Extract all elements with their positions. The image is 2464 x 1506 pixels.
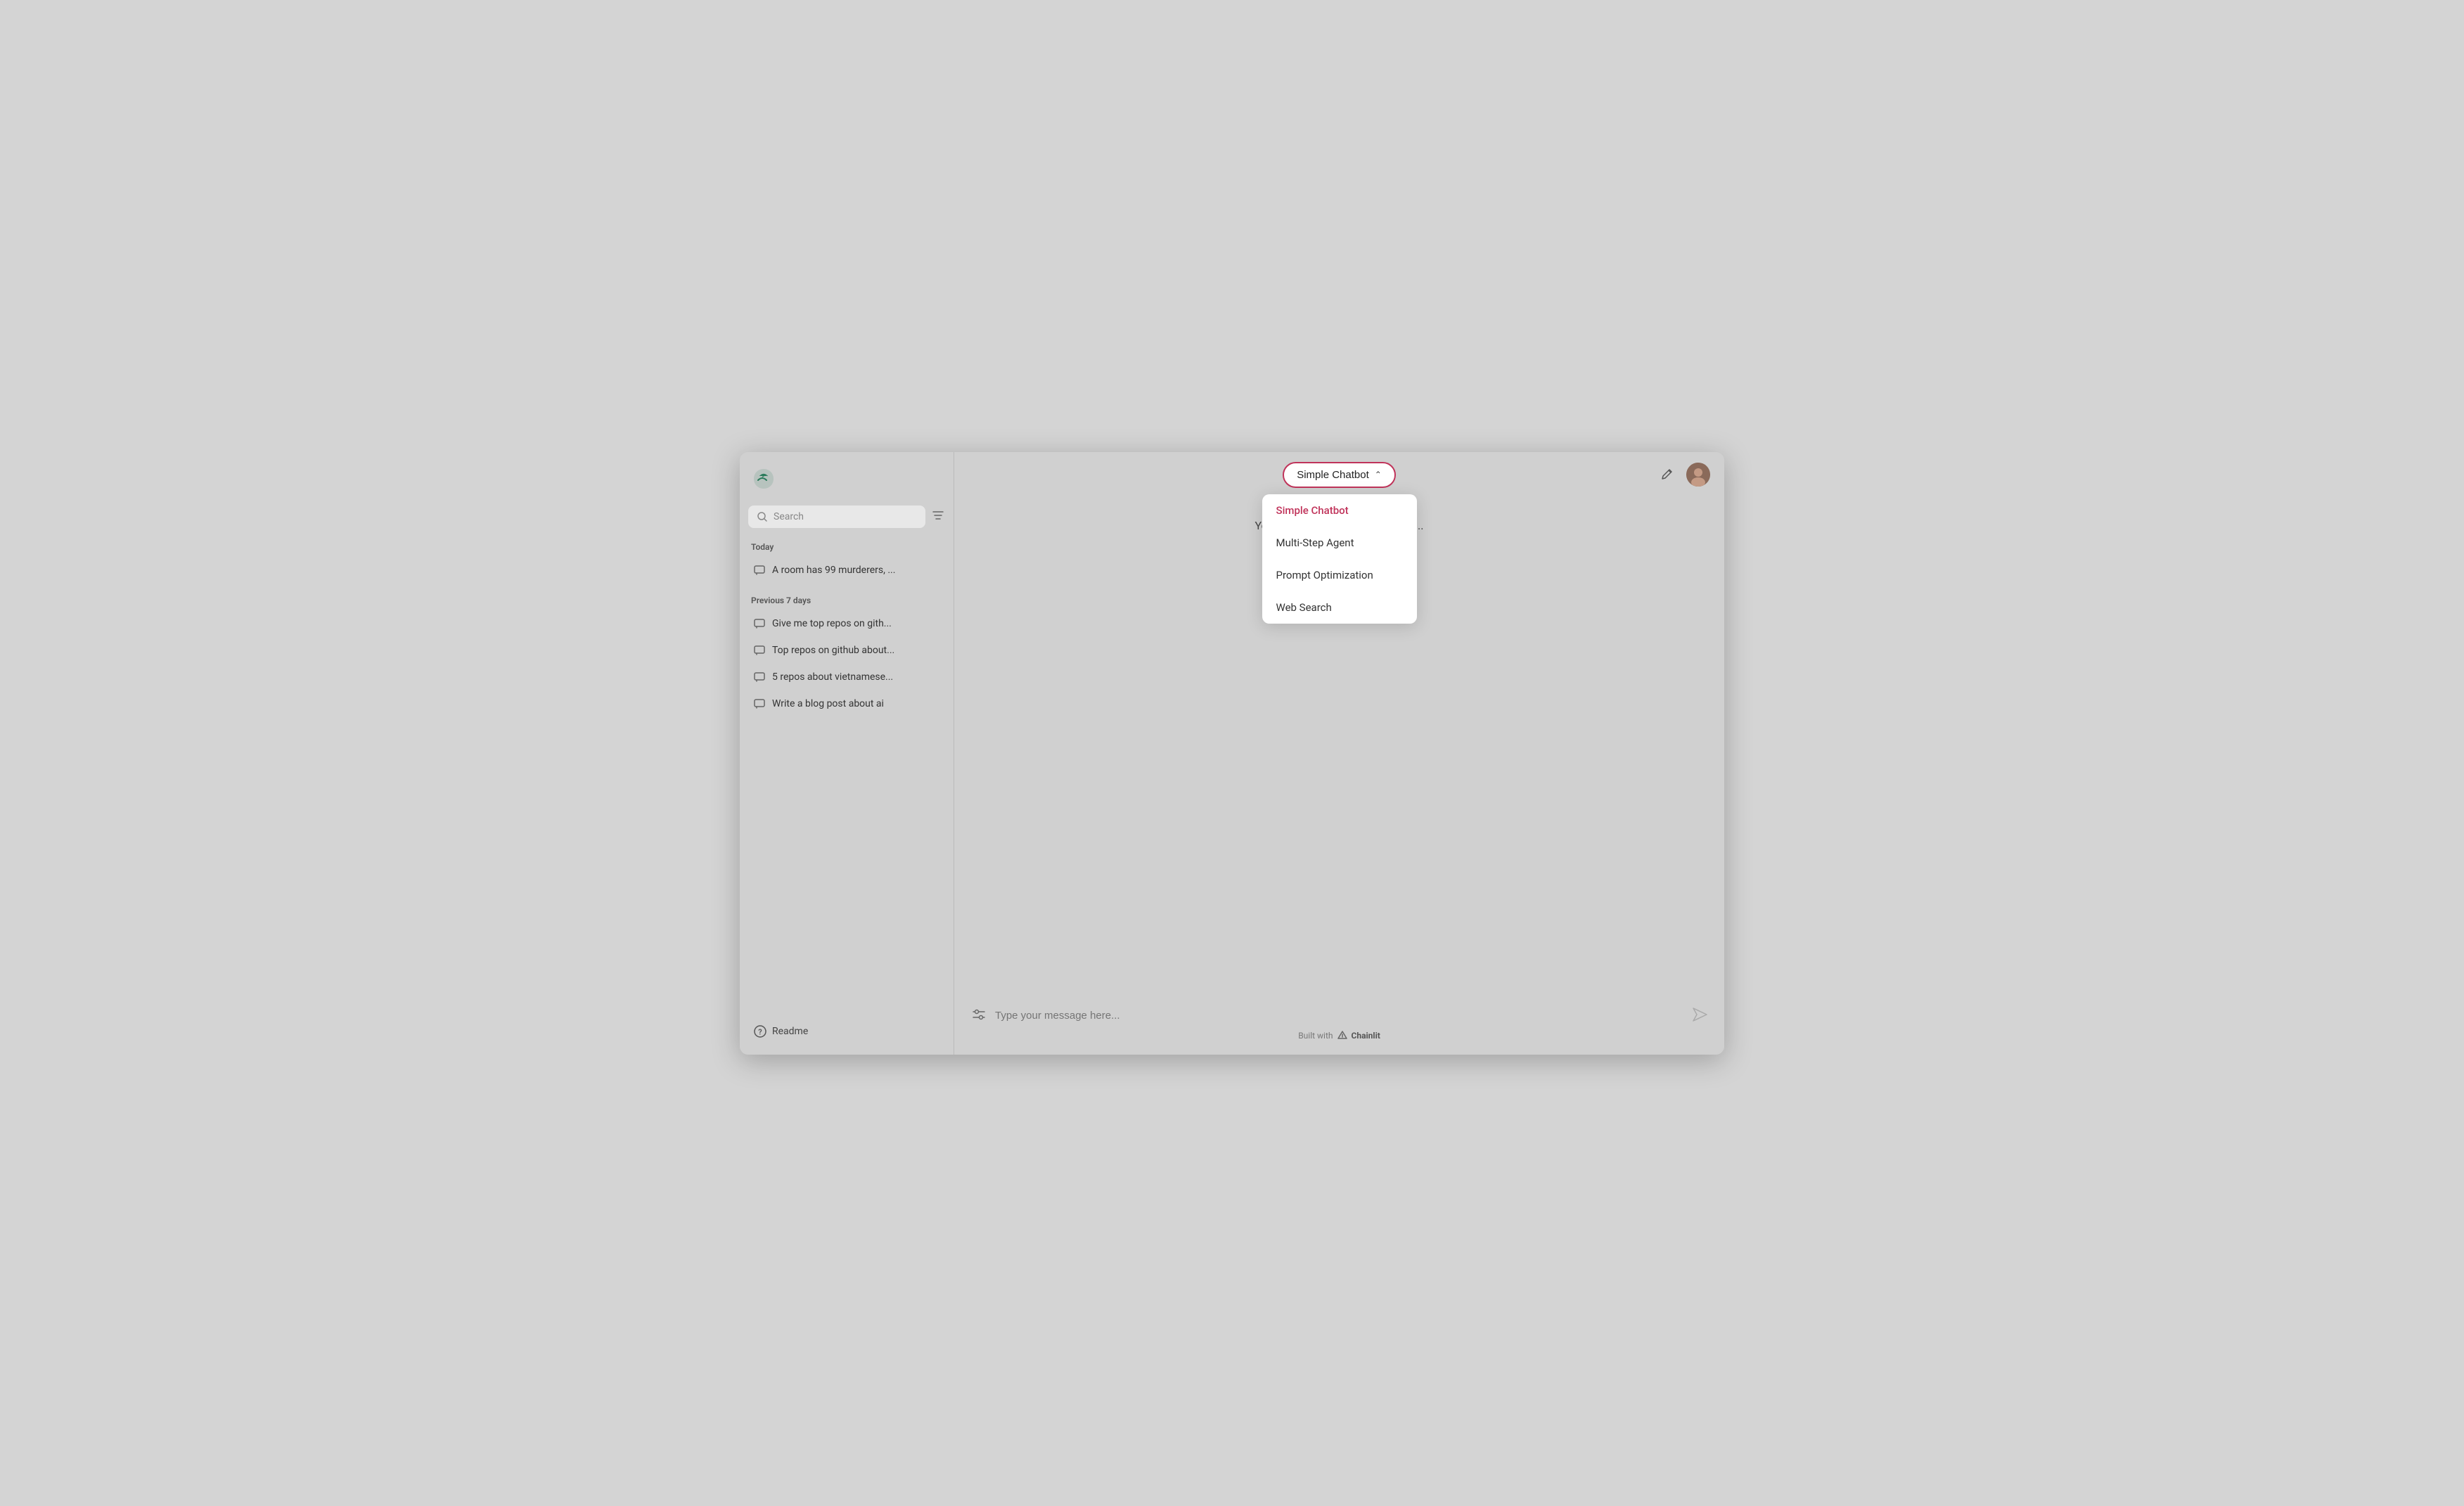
input-row [971,1007,1707,1025]
built-with-prefix: Built with [1298,1031,1333,1041]
avatar-image [1686,463,1710,487]
chainlit-brand-name: Chainlit [1352,1031,1380,1041]
send-button[interactable] [1692,1007,1707,1025]
new-chat-button[interactable] [1655,463,1678,486]
dropdown-item-simple-chatbot[interactable]: Simple Chatbot [1262,494,1417,527]
chat-bubble-icon [754,671,765,683]
chainlit-logo-icon [1337,1031,1347,1041]
svg-text:?: ? [758,1027,762,1036]
app-logo-icon [751,466,776,491]
info-circle-icon: ? [754,1025,766,1038]
top-bar: Simple Chatbot ⌃ [954,452,1724,498]
search-placeholder-text: Search [774,511,804,522]
edit-icon [1660,468,1674,482]
search-row: Search [748,506,945,528]
previous-label: Previous 7 days [748,596,945,605]
dropdown-item-multi-step-agent[interactable]: Multi-Step Agent [1262,527,1417,559]
chat-item-text: Give me top repos on gith... [772,618,892,629]
chat-item-text: 5 repos about vietnamese... [772,671,893,683]
chat-item-prev-2[interactable]: 5 repos about vietnamese... [748,664,945,690]
search-box[interactable]: Search [748,506,925,528]
top-bar-right [1655,463,1710,487]
chat-bubble-icon [754,618,765,629]
sidebar: Search Today A room has 99 murderers, ..… [740,452,954,1055]
search-icon [757,511,768,522]
user-avatar[interactable] [1686,463,1710,487]
chat-item-prev-0[interactable]: Give me top repos on gith... [748,611,945,636]
chat-bubble-icon [754,698,765,709]
today-section: Today A room has 99 murderers, ... [748,542,945,584]
chat-item-text: Write a blog post about ai [772,698,884,709]
chatbot-dropdown-menu: Simple Chatbot Multi-Step Agent Prompt O… [1262,494,1417,624]
chat-item-prev-3[interactable]: Write a blog post about ai [748,691,945,716]
dropdown-item-web-search[interactable]: Web Search [1262,591,1417,624]
chat-item-text: Top repos on github about... [772,645,894,656]
app-window: Search Today A room has 99 murderers, ..… [740,452,1724,1055]
filter-icon[interactable] [931,508,945,525]
message-input[interactable] [995,1010,1683,1022]
chat-item-prev-1[interactable]: Top repos on github about... [748,638,945,663]
built-with-footer: Built with Chainlit [971,1031,1707,1041]
chat-item-text: A room has 99 murderers, ... [772,565,895,576]
main-area: Simple Chatbot ⌃ [954,452,1724,1055]
previous-section: Previous 7 days Give me top repos on git… [748,596,945,718]
today-label: Today [748,542,945,552]
chatbot-dropdown-button[interactable]: Simple Chatbot ⌃ [1283,462,1396,488]
readme-item[interactable]: ? Readme [748,1019,945,1043]
chat-item-today-0[interactable]: A room has 99 murderers, ... [748,558,945,583]
chevron-up-icon: ⌃ [1375,470,1382,480]
dropdown-item-prompt-optimization[interactable]: Prompt Optimization [1262,559,1417,591]
settings-sliders-icon[interactable] [971,1007,987,1025]
sidebar-bottom: ? Readme [748,1019,945,1043]
chat-bubble-icon [754,645,765,656]
dropdown-label: Simple Chatbot [1297,469,1369,481]
readme-label: Readme [772,1026,808,1037]
input-area: Built with Chainlit [954,996,1724,1055]
logo-area [748,463,945,494]
chat-bubble-icon [754,565,765,576]
